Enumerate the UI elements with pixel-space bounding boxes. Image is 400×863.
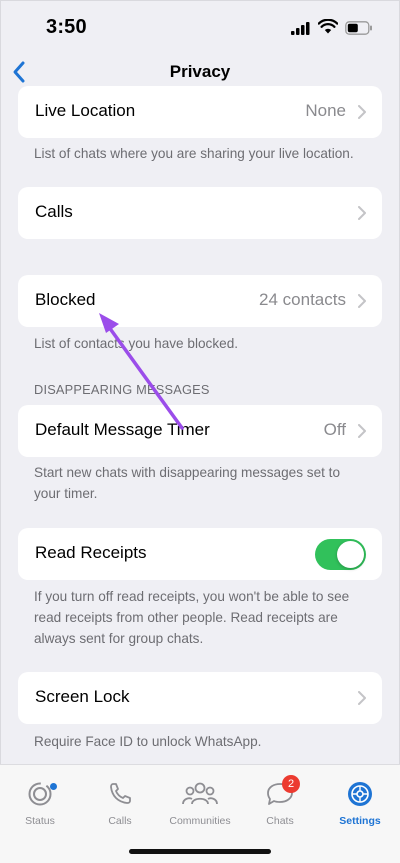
tab-settings[interactable]: Settings bbox=[320, 777, 400, 827]
disappearing-footer: Start new chats with disappearing messag… bbox=[34, 462, 369, 504]
wifi-icon bbox=[318, 19, 338, 34]
calls-label: Calls bbox=[35, 202, 73, 221]
default-message-timer-label: Default Message Timer bbox=[35, 420, 210, 439]
default-message-timer-row[interactable]: Default Message Timer Off bbox=[18, 405, 382, 457]
chats-unread-badge: 2 bbox=[282, 775, 300, 793]
chevron-right-icon bbox=[358, 424, 366, 438]
toggle-knob bbox=[337, 541, 364, 568]
phone-icon bbox=[80, 777, 160, 811]
read-receipts-footer: If you turn off read receipts, you won't… bbox=[34, 586, 369, 649]
page-title: Privacy bbox=[169, 62, 231, 81]
status-time: 3:50 bbox=[46, 16, 87, 38]
screen-lock-row[interactable]: Screen Lock bbox=[18, 672, 382, 724]
chats-icon: 2 bbox=[240, 775, 320, 811]
live-location-row[interactable]: Live Location None bbox=[18, 86, 382, 138]
disappearing-footer-line: Start new chats with disappearing messag… bbox=[34, 465, 341, 480]
read-receipts-footer-line: read receipts from other people. Read re… bbox=[34, 610, 338, 625]
read-receipts-label: Read Receipts bbox=[35, 543, 147, 562]
status-bar: 3:50 bbox=[0, 0, 400, 58]
tab-communities-label: Communities bbox=[169, 815, 231, 827]
chevron-right-icon bbox=[358, 206, 366, 220]
home-indicator bbox=[129, 849, 271, 854]
read-receipts-toggle[interactable] bbox=[315, 539, 366, 570]
blocked-count: 24 contacts bbox=[259, 290, 346, 309]
chevron-right-icon bbox=[358, 105, 366, 119]
tab-communities[interactable]: Communities bbox=[160, 777, 240, 827]
read-receipts-row: Read Receipts bbox=[18, 528, 382, 580]
tab-status[interactable]: Status bbox=[0, 777, 80, 827]
read-receipts-footer-line: always sent for group chats. bbox=[34, 631, 204, 646]
screen-lock-label: Screen Lock bbox=[35, 687, 130, 706]
communities-icon bbox=[160, 777, 240, 811]
battery-icon bbox=[345, 21, 372, 35]
calls-row[interactable]: Calls bbox=[18, 187, 382, 239]
tab-calls[interactable]: Calls bbox=[80, 777, 160, 827]
tab-chats-label: Chats bbox=[266, 815, 294, 827]
live-location-value: None bbox=[305, 101, 346, 120]
chevron-right-icon bbox=[358, 691, 366, 705]
read-receipts-footer-line: If you turn off read receipts, you won't… bbox=[34, 589, 350, 604]
screen-lock-footer: Require Face ID to unlock WhatsApp. bbox=[34, 734, 262, 749]
tab-chats[interactable]: 2 Chats bbox=[240, 775, 320, 827]
status-icon bbox=[0, 777, 80, 811]
blocked-label: Blocked bbox=[35, 290, 96, 309]
default-message-timer-value: Off bbox=[323, 420, 346, 439]
disappearing-messages-header: DISAPPEARING MESSAGES bbox=[34, 382, 210, 397]
tab-status-label: Status bbox=[25, 815, 55, 827]
live-location-footer: List of chats where you are sharing your… bbox=[34, 146, 354, 161]
disappearing-footer-line: your timer. bbox=[34, 486, 98, 501]
tab-settings-label: Settings bbox=[339, 815, 381, 827]
status-update-dot bbox=[50, 783, 57, 790]
settings-icon bbox=[320, 777, 400, 811]
chevron-right-icon bbox=[358, 294, 366, 308]
blocked-row[interactable]: Blocked 24 contacts bbox=[18, 275, 382, 327]
tab-calls-label: Calls bbox=[108, 815, 132, 827]
live-location-label: Live Location bbox=[35, 101, 136, 120]
cellular-signal-icon bbox=[291, 22, 310, 35]
blocked-footer: List of contacts you have blocked. bbox=[34, 336, 239, 351]
